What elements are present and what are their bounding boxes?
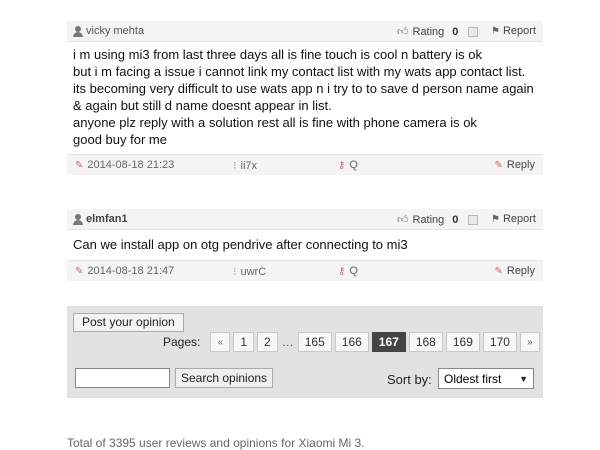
report-link[interactable]: ⚑ Report	[491, 213, 536, 225]
key-icon: ⚷	[338, 265, 346, 277]
rate-checkbox[interactable]	[468, 214, 479, 225]
user-icon	[73, 25, 83, 37]
reply-icon: ✎	[494, 265, 503, 277]
opinion-footer: ✎ 2014-08-18 21:47 ⁝ uwrC ⚷ Q ✎ Reply	[67, 260, 543, 281]
rating-value: 0	[452, 25, 459, 38]
opinion-item: elmfan1 👍︎ Rating 0 ⚑ Report Can we inst…	[67, 209, 543, 281]
reply-link[interactable]: ✎ Reply	[494, 159, 535, 171]
opinion-user[interactable]: vicky mehta	[73, 25, 144, 37]
page-link[interactable]: 165	[297, 332, 332, 352]
opinion-header: elmfan1 👍︎ Rating 0 ⚑ Report	[67, 209, 543, 230]
rating: 👍︎ Rating 0	[397, 25, 479, 38]
location-pin-icon: ⁝	[233, 160, 237, 172]
rating-label: Rating	[412, 213, 445, 226]
report-label[interactable]: Report	[503, 25, 536, 37]
opinion-user[interactable]: elmfan1	[73, 213, 128, 225]
dropdown-arrow-icon: ▼	[519, 374, 528, 384]
page-link[interactable]: 168	[408, 332, 443, 352]
date-text: 2014-08-18 21:23	[87, 159, 175, 171]
opinion-body: Can we install app on otg pendrive after…	[67, 230, 543, 260]
page-link[interactable]: 1	[233, 332, 255, 352]
page-link[interactable]: 2	[257, 332, 278, 352]
opinions-controls: Post your opinion Pages: « 1 2 … 165 166…	[67, 306, 543, 398]
next-page-button[interactable]: »	[519, 332, 540, 352]
rating-label: Rating	[412, 25, 445, 38]
rating-value: 0	[452, 213, 459, 226]
search-opinions-input[interactable]	[75, 368, 170, 388]
report-label[interactable]: Report	[503, 213, 536, 225]
date-text: 2014-08-18 21:47	[87, 265, 175, 277]
thumbs-up-icon[interactable]: 👍︎	[397, 213, 409, 226]
thumbs-up-icon[interactable]: 👍︎	[397, 25, 409, 38]
rate-checkbox[interactable]	[468, 26, 479, 37]
report-link[interactable]: ⚑ Report	[491, 25, 536, 37]
opinion-location: ⁝ uwrC	[233, 265, 267, 279]
reply-icon: ✎	[494, 159, 503, 171]
pagination: Pages: « 1 2 … 165 166 167 168 169 170 »	[163, 332, 540, 352]
opinion-item: vicky mehta 👍︎ Rating 0 ⚑ Report i m usi…	[67, 21, 543, 175]
page-link[interactable]: 166	[334, 332, 369, 352]
flag-icon: ⚑	[491, 25, 500, 37]
opinion-text-line: Can we install app on otg pendrive after…	[73, 237, 408, 252]
post-opinion-button[interactable]: Post your opinion	[73, 313, 184, 332]
reply-label[interactable]: Reply	[507, 265, 535, 277]
user-name[interactable]: vicky mehta	[86, 25, 144, 37]
prev-page-button[interactable]: «	[210, 332, 231, 352]
page-link[interactable]: 170	[482, 332, 517, 352]
reply-link[interactable]: ✎ Reply	[494, 265, 535, 277]
opinion-q: ⚷ Q	[338, 265, 358, 277]
flag-icon: ⚑	[491, 213, 500, 225]
sort-selected-value: Oldest first	[444, 371, 502, 386]
total-reviews-text: Total of 3395 user reviews and opinions …	[67, 436, 365, 450]
opinion-date: ✎ 2014-08-18 21:47	[75, 265, 174, 277]
page-link[interactable]: 169	[445, 332, 480, 352]
reply-label[interactable]: Reply	[507, 159, 535, 171]
user-icon	[73, 213, 83, 225]
opinion-text-line: but i m facing a issue i cannot link my …	[73, 64, 526, 79]
q-text: Q	[349, 265, 358, 277]
opinion-text-line: its becoming very difficult to use wats …	[73, 81, 538, 113]
q-text: Q	[349, 159, 358, 171]
location-text: uwrC	[240, 265, 267, 278]
location-pin-icon: ⁝	[233, 266, 237, 278]
opinion-header: vicky mehta 👍︎ Rating 0 ⚑ Report	[67, 21, 543, 42]
opinion-body: i m using mi3 from last three days all i…	[67, 42, 543, 154]
pencil-icon: ✎	[75, 159, 84, 171]
current-page[interactable]: 167	[371, 332, 406, 352]
sort-label: Sort by:	[387, 372, 432, 387]
opinion-footer: ✎ 2014-08-18 21:23 ⁝ ii7x ⚷ Q ✎ Reply	[67, 154, 543, 175]
rating: 👍︎ Rating 0	[397, 213, 479, 226]
pencil-icon: ✎	[75, 265, 84, 277]
sort-select[interactable]: Oldest first ▼	[438, 368, 534, 389]
opinion-text-line: anyone plz reply with a solution rest al…	[73, 115, 477, 130]
pages-label: Pages:	[163, 335, 201, 349]
key-icon: ⚷	[338, 159, 346, 171]
pagination-ellipsis: …	[281, 335, 294, 349]
user-name[interactable]: elmfan1	[86, 213, 128, 225]
opinion-date: ✎ 2014-08-18 21:23	[75, 159, 174, 171]
search-opinions-button[interactable]: Search opinions	[175, 368, 274, 388]
location-text: ii7x	[240, 159, 258, 172]
opinion-location: ⁝ ii7x	[233, 159, 258, 173]
opinion-text-line: good buy for me	[73, 132, 167, 147]
opinion-q: ⚷ Q	[338, 159, 358, 171]
opinion-text-line: i m using mi3 from last three days all i…	[73, 47, 482, 62]
